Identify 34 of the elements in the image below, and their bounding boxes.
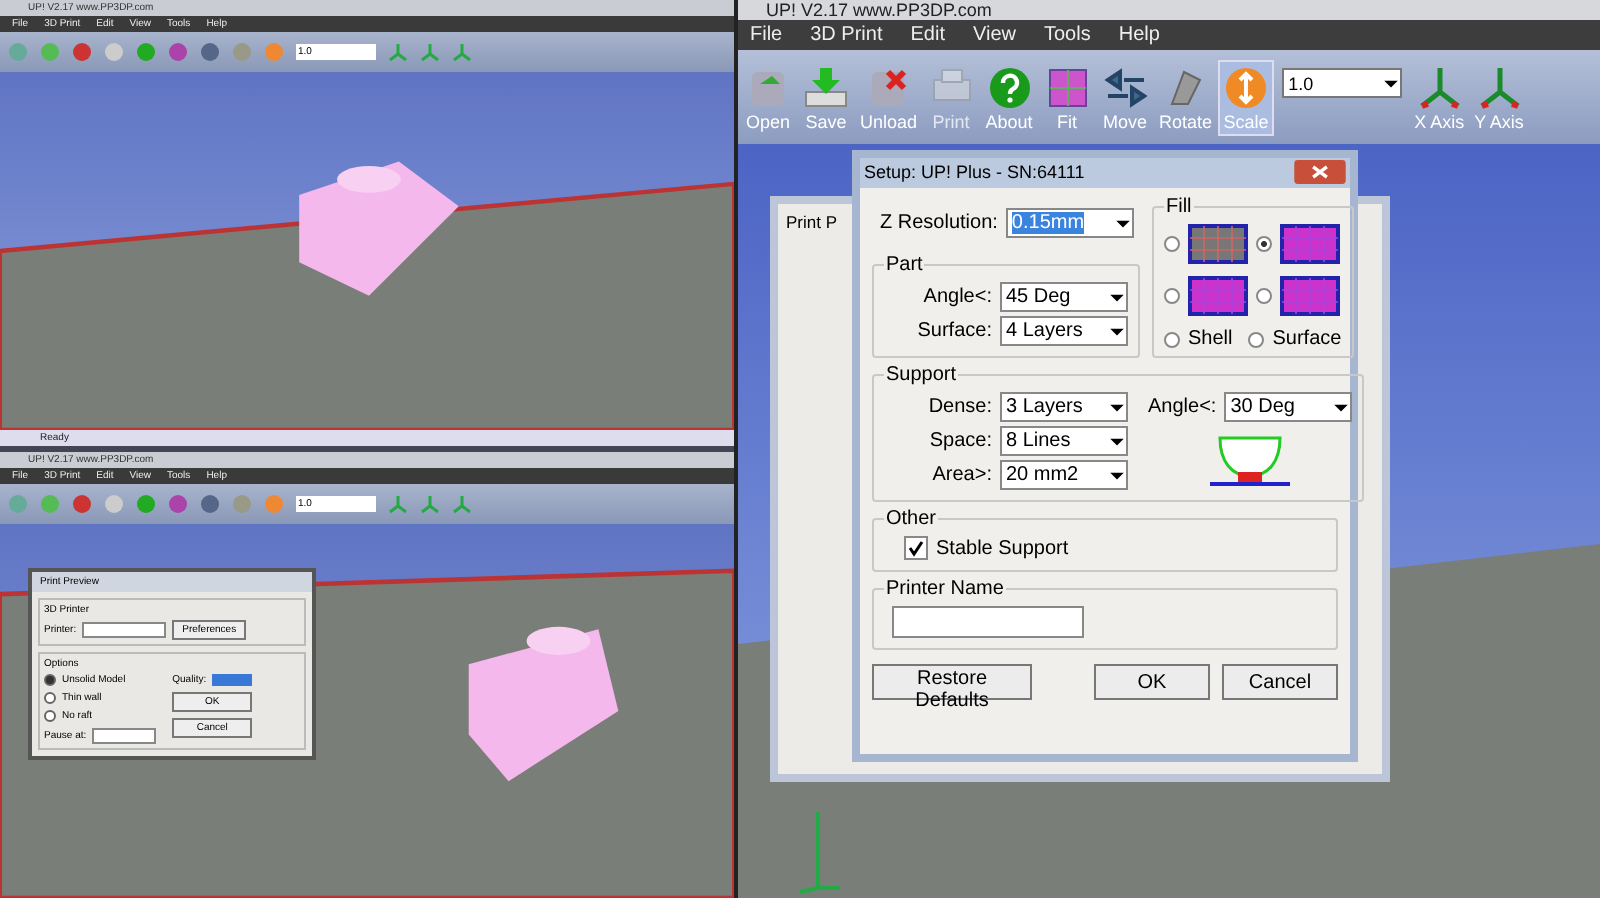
field-label: Area>: (930, 464, 992, 486)
menu-item[interactable]: View (972, 24, 1016, 46)
dialog-title: Print P (784, 210, 840, 236)
scale-combo[interactable]: 1.0 (1282, 68, 1403, 98)
dialog-title: Setup: UP! Plus - SN:64111 (864, 162, 1085, 182)
checkbox-label: Stable Support (936, 537, 1069, 559)
dropdown[interactable]: 4 Layers (1000, 316, 1128, 346)
dialog-button[interactable]: Cancel (1222, 664, 1338, 700)
radio-label: Surface (1272, 328, 1342, 350)
dropdown[interactable]: 20 mm2 (1000, 460, 1128, 490)
dropdown[interactable]: 3 Layers (1000, 392, 1128, 422)
menu-item[interactable]: Edit (910, 24, 945, 46)
field-label: Dense: (926, 396, 992, 418)
fill-group: Fill Shell Surface (1152, 196, 1354, 358)
menu-item[interactable]: Tools (1043, 24, 1091, 46)
menu-item[interactable]: 3D Print (810, 24, 883, 46)
printer-name-group: Printer Name (872, 578, 1338, 650)
field-label: Angle<: (921, 286, 992, 308)
window-title: UP! V2.17 www.PP3DP.com (738, 0, 1600, 20)
menu-item[interactable]: File (750, 24, 783, 46)
z-resolution-dropdown[interactable]: 0.15mm (1005, 208, 1134, 238)
dialog-button[interactable]: OK (1094, 664, 1210, 700)
dropdown[interactable]: 8 Lines (1000, 426, 1128, 456)
other-group: Other Stable Support (872, 508, 1338, 572)
radio-label: Shell (1188, 328, 1233, 350)
field-label: Space: (927, 430, 992, 452)
field-label: Z Resolution: (880, 212, 998, 234)
menu-item[interactable]: Help (1118, 24, 1160, 46)
dropdown[interactable]: 30 Deg (1224, 392, 1353, 422)
field-label: Angle<: (1148, 396, 1217, 418)
part-group: Part Angle<: 45 Deg Surface: 4 Layers (872, 254, 1140, 358)
dropdown[interactable]: 45 Deg (1000, 282, 1128, 312)
support-group: Support Dense: 3 Layers Space: 8 Lines Area>: 20 mm2 Angle<: 30 Deg (872, 364, 1365, 502)
field-label: Surface: (915, 320, 992, 342)
